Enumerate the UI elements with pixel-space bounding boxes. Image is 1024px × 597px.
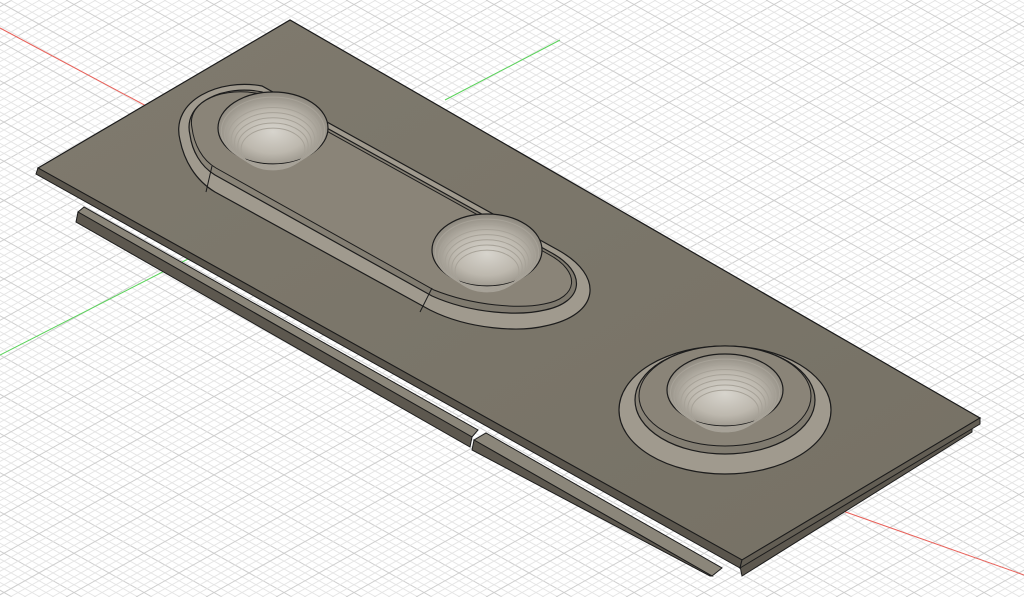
grid-line	[0, 550, 83, 597]
grid-line	[0, 0, 83, 47]
grid-line	[0, 0, 27, 16]
grid-line	[849, 0, 1024, 99]
grid-line	[905, 530, 1024, 597]
grid-line	[849, 498, 1024, 597]
grid-line	[905, 0, 1024, 67]
grid-line	[0, 566, 55, 597]
grid-line	[877, 0, 1024, 83]
grid-line	[0, 581, 27, 597]
grid-line	[877, 514, 1024, 597]
grid-line	[0, 0, 55, 31]
cad-viewport[interactable]	[0, 0, 1024, 597]
